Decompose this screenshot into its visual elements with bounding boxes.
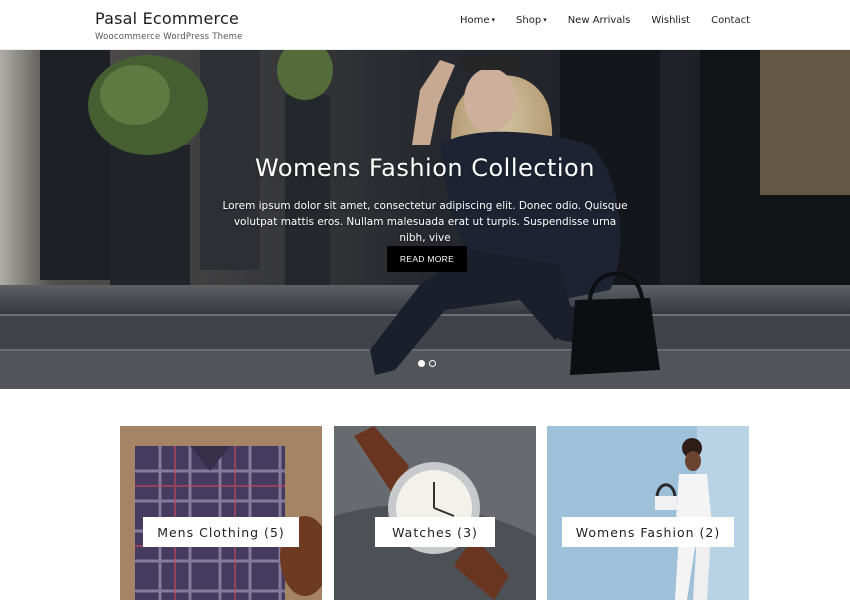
read-more-button[interactable]: READ MORE	[387, 246, 467, 272]
caret-down-icon: ▾	[543, 16, 547, 24]
site-header: Pasal Ecommerce Woocommerce WordPress Th…	[0, 0, 850, 50]
nav-item-new-arrivals[interactable]: New Arrivals	[568, 15, 631, 26]
main-nav: Home ▾ Shop ▾ New Arrivals Wishlist Cont…	[460, 15, 750, 26]
site-tagline: Woocommerce WordPress Theme	[95, 32, 243, 42]
womens-fashion-image	[547, 426, 749, 600]
nav-item-label: Shop	[516, 15, 542, 26]
nav-item-label: Wishlist	[651, 15, 691, 26]
brand[interactable]: Pasal Ecommerce Woocommerce WordPress Th…	[95, 9, 243, 42]
nav-item-wishlist[interactable]: Wishlist	[651, 15, 690, 26]
nav-item-label: Home	[459, 15, 490, 26]
hero-description: Lorem ipsum dolor sit amet, consectetur …	[222, 200, 628, 244]
category-card-mens-clothing[interactable]: Mens Clothing (5)	[120, 426, 322, 600]
category-label[interactable]: Womens Fashion (2)	[562, 517, 734, 547]
nav-item-shop[interactable]: Shop ▾	[516, 15, 547, 26]
nav-item-label: New Arrivals	[567, 15, 631, 26]
mens-clothing-image	[120, 426, 322, 600]
slider-dot-active[interactable]	[418, 360, 425, 367]
category-card-watches[interactable]: Watches (3)	[334, 426, 536, 600]
nav-item-label: Contact	[711, 15, 750, 26]
category-card-womens-fashion[interactable]: Womens Fashion (2)	[547, 426, 749, 600]
slider-dot[interactable]	[429, 360, 436, 367]
hero-slider: Womens Fashion Collection Lorem ipsum do…	[0, 50, 850, 389]
category-label[interactable]: Mens Clothing (5)	[143, 517, 299, 547]
nav-item-contact[interactable]: Contact	[711, 15, 750, 26]
hero-caption: Womens Fashion Collection Lorem ipsum do…	[0, 154, 850, 246]
site-title[interactable]: Pasal Ecommerce	[95, 9, 243, 28]
caret-down-icon: ▾	[491, 16, 496, 24]
watches-image	[334, 426, 536, 600]
slider-pagination	[418, 360, 436, 367]
nav-item-home[interactable]: Home ▾	[460, 15, 495, 26]
category-label[interactable]: Watches (3)	[375, 517, 495, 547]
hero-title: Womens Fashion Collection	[255, 154, 595, 182]
